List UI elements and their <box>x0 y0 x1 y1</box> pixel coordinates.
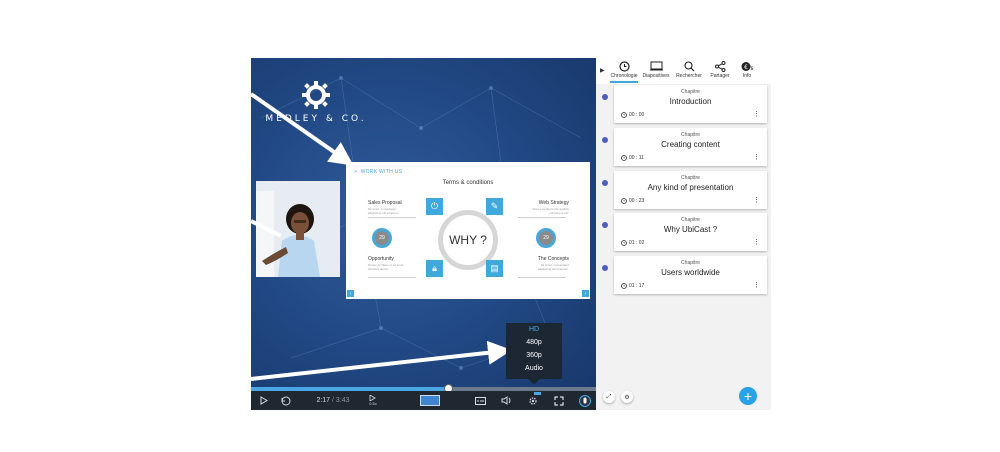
svg-text:$: $ <box>750 66 753 72</box>
chapter-time-value: 00 : 23 <box>629 198 645 204</box>
current-time: 2:17 <box>316 397 331 404</box>
fullscreen-icon[interactable] <box>552 391 566 410</box>
tab-diapositives[interactable]: Diapositives <box>641 59 671 83</box>
tab-partager[interactable]: Partager <box>707 59 733 83</box>
chapter-card[interactable]: Chapitre Why UbiCast ? 01 : 02 ⋮ <box>614 213 767 251</box>
tab-rechercher[interactable]: Rechercher <box>674 59 704 83</box>
chapter-card[interactable]: Chapitre Any kind of presentation 00 : 2… <box>614 171 767 209</box>
timeline-dot <box>602 265 608 271</box>
more-options-icon[interactable]: ⋮ <box>753 196 760 204</box>
volume-icon[interactable] <box>499 391 513 410</box>
tab-label: Rechercher <box>676 73 702 79</box>
ubicast-logo-icon[interactable] <box>577 391 593 410</box>
chapter-time: 00 : 23 <box>621 198 644 204</box>
chapter-title: Creating content <box>661 140 720 149</box>
side-panel: ▶ Chronologie Diapositives Rechercher Pa… <box>596 58 771 410</box>
tab-chronologie[interactable]: Chronologie <box>610 59 638 83</box>
svg-text:€: € <box>744 64 748 71</box>
chapter-card[interactable]: Chapitre Users worldwide 01 : 17 ⋮ <box>614 256 767 294</box>
chapter-time: 00 : 00 <box>621 112 644 118</box>
slides-icon <box>641 59 671 73</box>
layout-switch-button[interactable] <box>419 391 441 410</box>
speed-button[interactable]: 0.5x <box>365 391 381 410</box>
more-options-icon[interactable]: ⋮ <box>753 110 760 118</box>
video-player-app: MEDLEY & CO. > WORK WITH US Terms & cond… <box>251 58 771 410</box>
quality-option-480p[interactable]: 480p <box>506 336 562 349</box>
hd-indicator-badge <box>534 392 541 395</box>
chapter-time: 01 : 02 <box>621 240 644 246</box>
chapter-kind: Chapitre <box>681 89 700 95</box>
tab-label: Chronologie <box>610 73 638 79</box>
chapter-kind: Chapitre <box>681 175 700 181</box>
time-display: 2:17 / 3:43 <box>313 391 353 410</box>
expand-panel-icon[interactable]: ⤢ <box>603 391 615 403</box>
chapter-time: 01 : 17 <box>621 283 644 289</box>
more-options-icon[interactable]: ⋮ <box>753 153 760 161</box>
chapter-time-value: 00 : 00 <box>629 112 645 118</box>
video-player[interactable]: MEDLEY & CO. > WORK WITH US Terms & cond… <box>251 58 596 410</box>
add-chapter-button[interactable]: + <box>739 387 757 405</box>
share-icon <box>707 59 733 73</box>
control-bar: 2:17 / 3:43 0.5x <box>251 391 596 410</box>
chapter-title: Introduction <box>669 97 712 106</box>
chapter-title: Users worldwide <box>661 268 720 277</box>
timeline-dot <box>602 222 608 228</box>
total-duration: 3:43 <box>335 397 350 404</box>
chapter-card[interactable]: Chapitre Introduction 00 : 00 ⋮ <box>614 85 767 123</box>
quality-option-360p[interactable]: 360p <box>506 349 562 362</box>
tab-label: Diapositives <box>642 73 670 79</box>
chapter-title: Any kind of presentation <box>647 183 734 192</box>
chapter-time-value: 00 : 11 <box>629 155 644 161</box>
clock-icon <box>621 112 627 118</box>
time-separator: / <box>332 397 334 404</box>
search-icon <box>674 59 704 73</box>
clock-icon <box>621 240 627 246</box>
subtitles-icon[interactable] <box>473 391 487 410</box>
clock-icon <box>621 198 627 204</box>
chapter-kind: Chapitre <box>681 217 700 223</box>
layout-thumbnail-icon <box>420 395 440 406</box>
chapter-card[interactable]: Chapitre Creating content 00 : 11 ⋮ <box>614 128 767 166</box>
quality-menu: HD 480p 360p Audio <box>506 323 562 385</box>
chapter-time: 00 : 11 <box>621 155 644 161</box>
chapter-kind: Chapitre <box>681 132 700 138</box>
tab-label: Partager <box>710 73 730 79</box>
panel-settings-icon[interactable]: ⚙︎ <box>621 391 633 403</box>
info-icon: € $ <box>736 59 758 73</box>
clock-icon <box>610 59 638 73</box>
timeline-dot <box>602 137 608 143</box>
chapter-time-value: 01 : 17 <box>629 283 645 289</box>
rewind-icon[interactable] <box>279 391 293 410</box>
timeline-dot <box>602 94 608 100</box>
panel-collapse-icon[interactable]: ▶ <box>600 67 605 74</box>
chapter-kind: Chapitre <box>681 260 700 266</box>
play-icon[interactable] <box>257 391 271 410</box>
tab-info[interactable]: € $ Info <box>736 59 758 83</box>
more-options-icon[interactable]: ⋮ <box>753 281 760 289</box>
clock-icon <box>621 155 627 161</box>
timeline-dot <box>602 180 608 186</box>
settings-gear-icon[interactable] <box>526 391 541 410</box>
clock-icon <box>621 283 627 289</box>
tab-label: Info <box>742 73 752 79</box>
panel-tabs: ▶ Chronologie Diapositives Rechercher Pa… <box>596 58 771 84</box>
quality-option-hd[interactable]: HD <box>506 323 562 336</box>
more-options-icon[interactable]: ⋮ <box>753 238 760 246</box>
chapter-title: Why UbiCast ? <box>663 225 718 234</box>
chapter-time-value: 01 : 02 <box>629 240 645 246</box>
speed-label: 0.5x <box>369 401 377 406</box>
